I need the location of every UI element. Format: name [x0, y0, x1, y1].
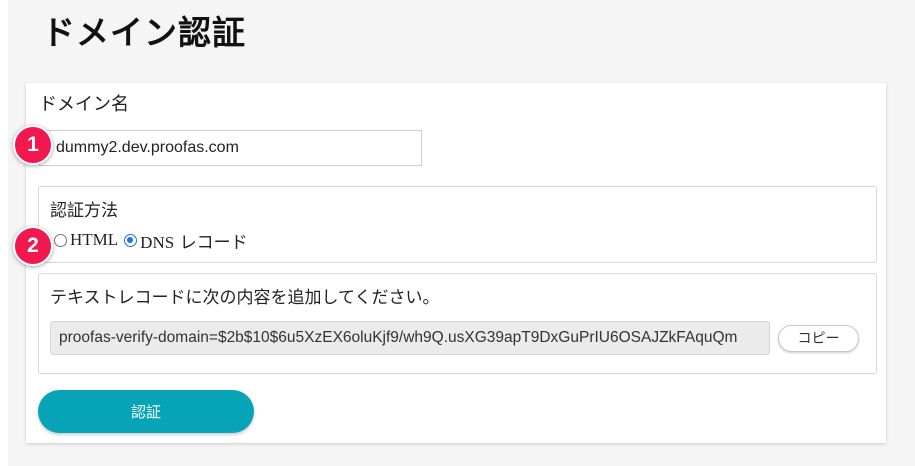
- verify-button[interactable]: 認証: [38, 390, 254, 433]
- text-record-instruction: テキストレコードに次の内容を追加してください。: [50, 288, 440, 308]
- domain-name-input[interactable]: [39, 130, 422, 166]
- verification-method-options: HTML DNS レコード: [54, 228, 254, 253]
- radio-html[interactable]: [54, 233, 67, 247]
- radio-dns-record-label[interactable]: DNS レコード: [140, 228, 247, 253]
- radio-dns-record-label-jp: レコード: [174, 232, 248, 253]
- copy-button[interactable]: コピー: [778, 325, 859, 352]
- step-badge-1: 1: [13, 125, 53, 165]
- radio-dns-record[interactable]: [124, 233, 138, 247]
- domain-verification-card: ドメイン名 認証方法 HTML DNS レコード テキストレコードに次の内容を追…: [26, 83, 886, 443]
- text-record-group: テキストレコードに次の内容を追加してください。 proofas-verify-d…: [38, 273, 877, 374]
- radio-dns-record-label-latin: DNS: [140, 232, 175, 252]
- radio-html-label[interactable]: HTML: [70, 230, 118, 250]
- page-title: ドメイン認証: [42, 13, 246, 52]
- verification-method-label: 認証方法: [50, 201, 118, 221]
- domain-name-label: ドメイン名: [39, 94, 129, 115]
- text-record-value: proofas-verify-domain=$2b$10$6u5XzEX6olu…: [50, 321, 770, 355]
- verification-method-group: 認証方法 HTML DNS レコード: [38, 186, 877, 263]
- step-badge-2: 2: [13, 226, 53, 266]
